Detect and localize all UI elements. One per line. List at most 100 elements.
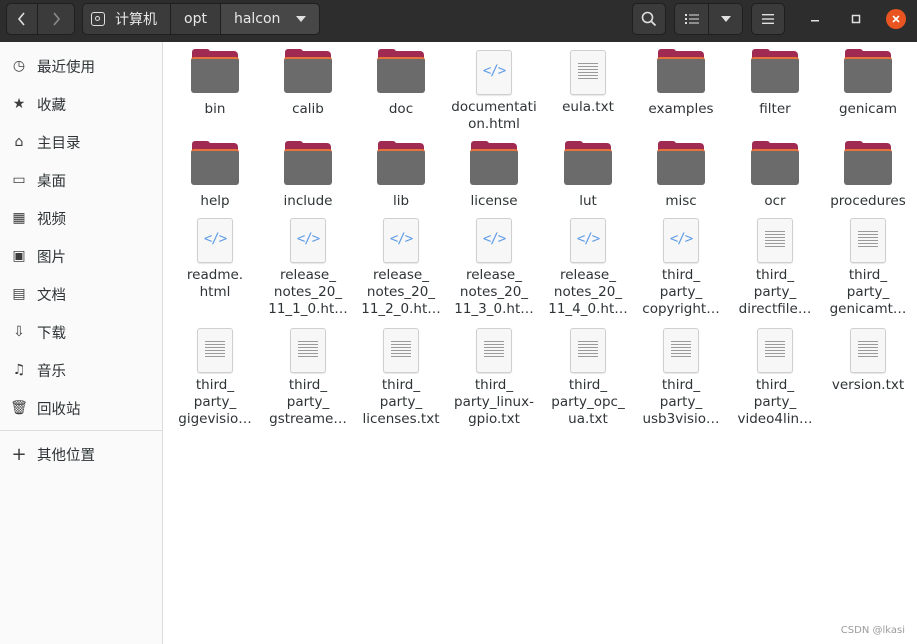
file-name: third_ party_ directfile… bbox=[738, 267, 812, 317]
sidebar-item-label: 图片 bbox=[37, 249, 66, 266]
file-item[interactable]: version.txt bbox=[823, 324, 913, 394]
file-item[interactable]: third_ party_ usb3visio… bbox=[636, 324, 726, 428]
file-name: third_ party_linux- gpio.txt bbox=[454, 377, 534, 427]
file-name: third_ party_ gigevisio… bbox=[178, 377, 252, 427]
text-file-icon bbox=[850, 218, 886, 263]
chevron-left-icon bbox=[17, 12, 25, 26]
sidebar-item[interactable]: ▦ 视频 bbox=[0, 200, 162, 236]
folder-icon bbox=[470, 141, 518, 189]
folder-item[interactable]: license bbox=[449, 138, 539, 210]
file-name: third_ party_ gstreame… bbox=[269, 377, 347, 427]
file-name: include bbox=[283, 193, 333, 209]
file-name: doc bbox=[388, 101, 414, 117]
file-item[interactable]: </> release_ notes_20_ 11_1_0.ht… bbox=[263, 214, 353, 318]
menu-button[interactable] bbox=[751, 3, 785, 35]
file-item[interactable]: third_ party_opc_ ua.txt bbox=[543, 324, 633, 428]
text-file-icon bbox=[197, 328, 233, 373]
file-item[interactable]: eula.txt bbox=[543, 46, 633, 116]
sidebar-item-other-locations[interactable]: + 其他位置 bbox=[0, 436, 162, 472]
file-name: version.txt bbox=[831, 377, 905, 393]
text-file-icon bbox=[476, 328, 512, 373]
sidebar-item[interactable]: ⌂ 主目录 bbox=[0, 124, 162, 160]
minimize-button[interactable] bbox=[805, 9, 825, 29]
file-item[interactable]: </> release_ notes_20_ 11_3_0.ht… bbox=[449, 214, 539, 318]
file-name: readme. html bbox=[186, 267, 244, 300]
sidebar-item-label: 下载 bbox=[37, 325, 66, 342]
folder-item[interactable]: lib bbox=[356, 138, 446, 210]
folder-item[interactable]: help bbox=[170, 138, 260, 210]
folder-item[interactable]: bin bbox=[170, 46, 260, 118]
sidebar-item[interactable]: ★ 收藏 bbox=[0, 86, 162, 122]
file-name: third_ party_ genicamt… bbox=[829, 267, 907, 317]
file-item[interactable]: </> release_ notes_20_ 11_4_0.ht… bbox=[543, 214, 633, 318]
folder-item[interactable]: doc bbox=[356, 46, 446, 118]
close-button[interactable] bbox=[886, 9, 906, 29]
file-item[interactable]: </> documentation.html bbox=[449, 46, 539, 133]
sidebar-item[interactable]: ♫ 音乐 bbox=[0, 352, 162, 388]
sidebar-item[interactable]: ▭ 桌面 bbox=[0, 162, 162, 198]
sidebar-item[interactable]: 🗑 回收站 bbox=[0, 390, 162, 426]
file-item[interactable]: third_ party_ genicamt… bbox=[823, 214, 913, 318]
html-file-icon: </> bbox=[383, 218, 419, 263]
folder-icon bbox=[191, 141, 239, 189]
folder-item[interactable]: examples bbox=[636, 46, 726, 118]
file-item[interactable]: third_ party_linux- gpio.txt bbox=[449, 324, 539, 428]
folder-icon bbox=[284, 141, 332, 189]
folder-item[interactable]: ocr bbox=[730, 138, 820, 210]
file-item[interactable]: third_ party_ licenses.txt bbox=[356, 324, 446, 428]
crumb-computer[interactable]: 计算机 bbox=[82, 3, 171, 35]
file-name: release_ notes_20_ 11_2_0.ht… bbox=[361, 267, 441, 317]
crumb-halcon[interactable]: halcon bbox=[219, 3, 321, 35]
back-button[interactable] bbox=[6, 3, 38, 35]
file-item[interactable]: third_ party_ video4lin… bbox=[730, 324, 820, 428]
file-name: filter bbox=[759, 101, 791, 117]
sidebar-item[interactable]: ▣ 图片 bbox=[0, 238, 162, 274]
text-file-icon bbox=[570, 328, 606, 373]
file-item[interactable]: </> readme. html bbox=[170, 214, 260, 301]
view-options-button[interactable] bbox=[708, 3, 743, 35]
html-file-icon: </> bbox=[663, 218, 699, 263]
file-item[interactable]: third_ party_ gigevisio… bbox=[170, 324, 260, 428]
sidebar-item[interactable]: ▤ 文档 bbox=[0, 276, 162, 312]
sidebar-item[interactable]: ◷ 最近使用 bbox=[0, 48, 162, 84]
folder-icon bbox=[751, 141, 799, 189]
sidebar-item-label: 视频 bbox=[37, 211, 66, 228]
folder-item[interactable]: filter bbox=[730, 46, 820, 118]
breadcrumb: 计算机 opt halcon bbox=[82, 3, 321, 35]
search-button[interactable] bbox=[632, 3, 666, 35]
text-file-icon bbox=[570, 50, 606, 95]
document-icon: ▤ bbox=[12, 286, 26, 302]
crumb-opt[interactable]: opt bbox=[170, 3, 221, 35]
folder-item[interactable]: include bbox=[263, 138, 353, 210]
file-item[interactable]: third_ party_ directfile… bbox=[730, 214, 820, 318]
maximize-button[interactable] bbox=[846, 9, 866, 29]
sidebar-item[interactable]: ⇩ 下载 bbox=[0, 314, 162, 350]
folder-item[interactable]: calib bbox=[263, 46, 353, 118]
sidebar-item-label: 文档 bbox=[37, 287, 66, 304]
text-file-icon bbox=[663, 328, 699, 373]
html-file-icon: </> bbox=[290, 218, 326, 263]
list-icon bbox=[684, 14, 699, 24]
file-name: misc bbox=[665, 193, 697, 209]
chevron-down-icon bbox=[296, 16, 307, 22]
folder-item[interactable]: lut bbox=[543, 138, 633, 210]
file-name: calib bbox=[292, 101, 324, 117]
file-item[interactable]: </> release_ notes_20_ 11_2_0.ht… bbox=[356, 214, 446, 318]
forward-button[interactable] bbox=[37, 3, 75, 35]
sidebar-item-label: 主目录 bbox=[37, 135, 81, 152]
sidebar-item-label: 回收站 bbox=[37, 401, 81, 418]
list-view-button[interactable] bbox=[674, 3, 709, 35]
chevron-right-icon bbox=[53, 12, 61, 26]
folder-item[interactable]: genicam bbox=[823, 46, 913, 118]
folder-item[interactable]: procedures bbox=[823, 138, 913, 210]
file-item[interactable]: </> third_ party_ copyright… bbox=[636, 214, 726, 318]
home-icon: ⌂ bbox=[14, 134, 24, 150]
folder-icon bbox=[377, 141, 425, 189]
chevron-down-icon bbox=[720, 16, 731, 22]
header-bar: 计算机 opt halcon bbox=[0, 0, 917, 42]
file-item[interactable]: third_ party_ gstreame… bbox=[263, 324, 353, 428]
folder-icon bbox=[844, 141, 892, 189]
folder-item[interactable]: misc bbox=[636, 138, 726, 210]
text-file-icon bbox=[757, 328, 793, 373]
hamburger-icon bbox=[762, 14, 774, 24]
